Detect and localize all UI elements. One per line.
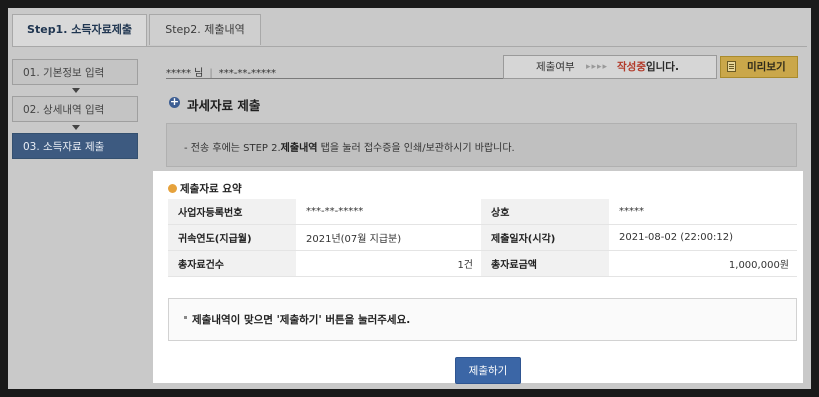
step-tabs: Step1. 소득자료제출 Step2. 제출내역 xyxy=(12,12,807,47)
table-row: 총자료건수 1건 총자료금액 1,000,000원 xyxy=(168,250,797,277)
sidebar-item-basic-info[interactable]: 01. 기본정보 입력 xyxy=(12,59,138,85)
label-total-count: 총자료건수 xyxy=(168,250,296,277)
notice-box: - 전송 후에는 STEP 2.제출내역 탭을 눌러 접수증을 인쇄/보관하시기… xyxy=(166,123,797,167)
value-business-number: ***-**-***** xyxy=(296,199,481,225)
notice-prefix: - 전송 후에는 STEP 2. xyxy=(184,143,281,154)
value-submit-date: 2021-08-02 (22:00:12) xyxy=(609,224,797,251)
confirm-message: 제출내역이 맞으면 '제출하기' 버튼을 눌러주세요. xyxy=(192,314,411,326)
label-submit-date: 제출일자(시각) xyxy=(481,224,609,251)
sidebar-item-details[interactable]: 02. 상세내역 입력 xyxy=(12,96,138,122)
user-info: ***** 님 | ***-**-***** xyxy=(166,64,276,79)
plus-circle-icon xyxy=(169,94,180,110)
summary-title: 제출자료 요약 xyxy=(180,183,242,195)
summary-table: 사업자등록번호 ***-**-***** 상호 ***** 귀속연도(지급월) … xyxy=(168,199,797,277)
submission-status: 제출여부 ▸▸▸▸ 작성중입니다. xyxy=(503,55,717,79)
status-suffix: 입니다. xyxy=(645,61,679,73)
tab-step2[interactable]: Step2. 제출내역 xyxy=(149,14,261,45)
value-company-name: ***** xyxy=(609,199,797,225)
bullet-circle-icon xyxy=(168,184,177,193)
table-row: 귀속연도(지급월) 2021년(07월 지급분) 제출일자(시각) 2021-0… xyxy=(168,224,797,251)
app-window: Step1. 소득자료제출 Step2. 제출내역 01. 기본정보 입력 02… xyxy=(8,8,811,389)
status-value: 작성중입니다. xyxy=(617,56,679,78)
preview-label: 미리보기 xyxy=(747,61,786,73)
notice-suffix: 탭을 눌러 접수증을 인쇄/보관하시기 바랍니다. xyxy=(317,143,515,154)
down-arrow-icon xyxy=(72,88,80,93)
label-year: 귀속연도(지급월) xyxy=(168,224,296,251)
table-row: 사업자등록번호 ***-**-***** 상호 ***** xyxy=(168,199,797,225)
value-total-count: 1건 xyxy=(296,250,481,277)
summary-panel: 제출자료 요약 사업자등록번호 ***-**-***** 상호 ***** 귀속… xyxy=(153,171,803,384)
tab-step1[interactable]: Step1. 소득자료제출 xyxy=(12,14,147,46)
down-arrow-icon xyxy=(72,125,80,130)
value-year: 2021년(07월 지급분) xyxy=(296,224,481,251)
label-business-number: 사업자등록번호 xyxy=(168,199,296,225)
label-company-name: 상호 xyxy=(481,199,609,225)
value-total-amount: 1,000,000원 xyxy=(609,250,797,277)
submit-button[interactable]: 제출하기 xyxy=(455,357,521,384)
section-title: 과세자료 제출 xyxy=(187,98,261,113)
status-highlight: 작성중 xyxy=(617,61,646,73)
notice-bold: 제출내역 xyxy=(280,143,318,154)
sidebar-item-submit[interactable]: 03. 소득자료 제출 xyxy=(12,133,138,159)
notice-text: - 전송 후에는 STEP 2.제출내역 탭을 눌러 접수증을 인쇄/보관하시기… xyxy=(184,139,515,154)
arrows-icon: ▸▸▸▸ xyxy=(586,62,609,72)
preview-button[interactable]: 미리보기 xyxy=(720,56,798,78)
document-icon xyxy=(727,61,736,72)
label-total-amount: 총자료금액 xyxy=(481,250,609,277)
status-label: 제출여부 xyxy=(536,61,575,73)
bullet-icon xyxy=(184,316,187,319)
confirm-message-box: 제출내역이 맞으면 '제출하기' 버튼을 눌러주세요. xyxy=(168,298,797,341)
